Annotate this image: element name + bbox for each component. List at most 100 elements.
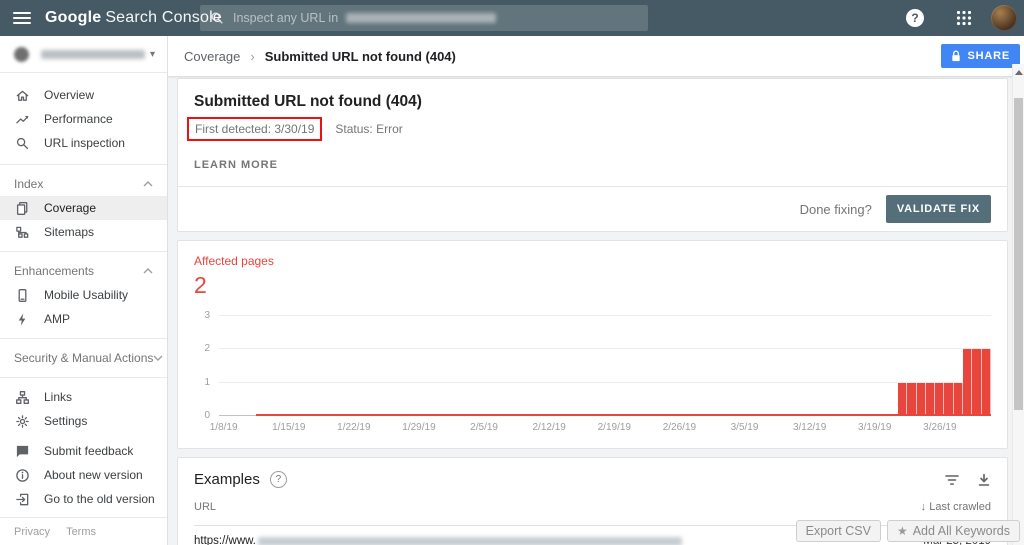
affected-pages-chart: 0123 1/8/191/15/191/22/191/29/192/5/192/… [194, 316, 991, 448]
main-content: Coverage › Submitted URL not found (404)… [168, 36, 1024, 545]
sidebar-item-label: Sitemaps [44, 225, 94, 239]
avatar[interactable] [991, 5, 1017, 31]
section-header-enhancements[interactable]: Enhancements [0, 259, 167, 283]
section-label: Enhancements [14, 264, 94, 278]
issue-detail-card: Submitted URL not found (404) First dete… [177, 78, 1008, 232]
sidebar-item-label: URL inspection [44, 136, 125, 150]
chevron-down-icon: ▾ [150, 49, 155, 60]
search-icon [210, 11, 224, 25]
sidebar-item-label: Coverage [44, 201, 96, 215]
sort-arrow-icon: ↓ [921, 501, 927, 513]
validate-fix-button[interactable]: VALIDATE FIX [886, 195, 991, 223]
sidebar-group-general: Links Settings [0, 378, 167, 441]
coverage-icon [14, 200, 30, 216]
sidebar-item-label: Settings [44, 414, 87, 428]
sidebar-item-coverage[interactable]: Coverage [0, 196, 167, 220]
section-label: Security & Manual Actions [14, 351, 153, 365]
section-header-index[interactable]: Index [0, 172, 167, 196]
apps-grid-icon[interactable] [955, 9, 973, 27]
sidebar-item-label: Performance [44, 112, 113, 126]
export-csv-button[interactable]: Export CSV [796, 520, 881, 542]
exit-icon [14, 491, 30, 507]
download-icon[interactable] [977, 473, 991, 487]
sidebar-item-performance[interactable]: Performance [0, 107, 167, 131]
breadcrumb-current: Submitted URL not found (404) [265, 49, 456, 64]
url-inspect-search-input[interactable]: Inspect any URL in [200, 5, 648, 31]
help-circle-icon[interactable]: ? [270, 471, 287, 488]
sidebar-bottom: Submit feedback About new version Go to … [0, 433, 167, 545]
hamburger-menu-icon[interactable] [13, 12, 31, 24]
sidebar-item-go-to-old-version[interactable]: Go to the old version [0, 487, 167, 511]
chart-y-axis: 0123 [194, 316, 212, 416]
search-console-app: GoogleSearch Console Inspect any URL in … [0, 0, 1024, 545]
sidebar-group-main: Overview Performance URL inspection [0, 73, 167, 165]
sidebar-item-label: Overview [44, 88, 94, 102]
sidebar-item-amp[interactable]: AMP [0, 307, 167, 331]
validate-row: Done fixing? VALIDATE FIX [178, 186, 1007, 231]
help-icon[interactable]: ? [906, 9, 924, 27]
issue-status: Status: Error [335, 122, 402, 136]
chevron-up-icon [143, 268, 153, 274]
sidebar-item-overview[interactable]: Overview [0, 83, 167, 107]
filter-icon[interactable] [944, 473, 960, 487]
breadcrumb-bar: Coverage › Submitted URL not found (404)… [168, 36, 1024, 76]
chart-plot [219, 316, 991, 416]
topbar: GoogleSearch Console Inspect any URL in … [0, 0, 1024, 36]
sidebar-item-mobile-usability[interactable]: Mobile Usability [0, 283, 167, 307]
row-url: https://www. [194, 535, 682, 545]
learn-more-link[interactable]: LEARN MORE [194, 159, 278, 186]
scrollbar-track[interactable] [1012, 64, 1024, 545]
scroll-up-arrow-icon[interactable] [1015, 70, 1023, 75]
sidebar-item-label: Links [44, 390, 72, 404]
home-icon [14, 87, 30, 103]
add-all-keywords-button[interactable]: ★ Add All Keywords [887, 520, 1020, 542]
column-last-crawled-label: Last crawled [929, 501, 991, 513]
scrollbar-thumb[interactable] [1014, 98, 1023, 410]
breadcrumb-coverage-link[interactable]: Coverage [184, 49, 240, 64]
property-favicon [14, 47, 29, 62]
performance-icon [14, 111, 30, 127]
section-header-security-manual-actions[interactable]: Security & Manual Actions [0, 346, 167, 370]
share-label: SHARE [967, 50, 1010, 62]
redacted-property-url [41, 50, 145, 59]
redacted-url [258, 537, 682, 545]
sidebar-item-label: Go to the old version [44, 492, 155, 506]
sidebar-item-label: AMP [44, 312, 70, 326]
section-label: Index [14, 177, 43, 191]
column-last-crawled-sort[interactable]: ↓ Last crawled [921, 501, 991, 513]
sidebar-item-about-new-version[interactable]: About new version [0, 463, 167, 487]
sidebar-section-index: Index Coverage Sitemaps [0, 165, 167, 252]
issue-title: Submitted URL not found (404) [194, 93, 991, 111]
sidebar-item-url-inspection[interactable]: URL inspection [0, 131, 167, 155]
topbar-actions: ? [906, 0, 1024, 36]
chart-x-axis: 1/8/191/15/191/22/191/29/192/5/192/12/19… [219, 416, 991, 434]
scroll-content: Submitted URL not found (404) First dete… [168, 76, 1024, 545]
sidebar-section-security: Security & Manual Actions [0, 339, 167, 378]
sidebar-footer: Privacy Terms [0, 517, 167, 545]
share-button[interactable]: SHARE [941, 44, 1020, 68]
url-prefix: https://www. [194, 535, 256, 545]
annotation-highlight-first-detected: First detected: 3/30/19 [187, 117, 322, 141]
metric-label: Affected pages [194, 254, 991, 268]
sidebar-item-submit-feedback[interactable]: Submit feedback [0, 439, 167, 463]
sidebar: ▾ Overview Performance URL inspection In… [0, 36, 168, 545]
sidebar-item-label: Mobile Usability [44, 288, 128, 302]
property-selector[interactable]: ▾ [0, 36, 167, 73]
sidebar-item-links[interactable]: Links [0, 385, 167, 409]
issue-meta: First detected: 3/30/19 Status: Error [194, 120, 991, 138]
redacted-property-url [346, 13, 496, 23]
privacy-link[interactable]: Privacy [14, 526, 50, 538]
sidebar-item-settings[interactable]: Settings [0, 409, 167, 433]
mobile-icon [14, 287, 30, 303]
breadcrumb-separator-icon: › [250, 49, 254, 64]
info-icon [14, 467, 30, 483]
sidebar-item-label: Submit feedback [44, 444, 133, 458]
terms-link[interactable]: Terms [66, 526, 96, 538]
links-icon [14, 389, 30, 405]
app-logo: GoogleSearch Console [45, 9, 222, 27]
amp-icon [14, 311, 30, 327]
sidebar-item-label: About new version [44, 468, 143, 482]
examples-title: Examples [194, 471, 260, 488]
affected-pages-card: Affected pages 2 0123 1/8/191/15/191/22/… [177, 240, 1008, 449]
sidebar-item-sitemaps[interactable]: Sitemaps [0, 220, 167, 244]
